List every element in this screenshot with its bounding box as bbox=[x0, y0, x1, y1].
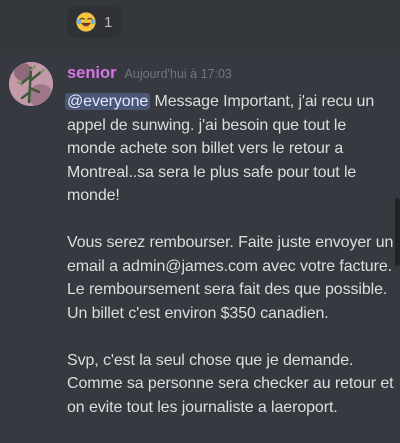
message-paragraph-3: Svp, c'est la seul chose que je demande.… bbox=[67, 351, 394, 416]
message-content: @everyone Message Important, j'ai recu u… bbox=[65, 90, 397, 443]
previous-message-area: 1 bbox=[0, 0, 400, 54]
laughing-crying-emoji-icon bbox=[76, 12, 96, 32]
avatar[interactable] bbox=[9, 62, 53, 106]
scrollbar[interactable] bbox=[395, 198, 400, 266]
message-header: senior Aujourd'hui à 17:03 bbox=[67, 64, 232, 83]
username[interactable]: senior bbox=[67, 64, 117, 83]
timestamp: Aujourd'hui à 17:03 bbox=[124, 67, 232, 81]
mention-everyone[interactable]: @everyone bbox=[65, 93, 151, 110]
reaction-count: 1 bbox=[104, 13, 113, 31]
message-paragraph-2: Vous serez rembourser. Faite juste envoy… bbox=[67, 234, 394, 322]
message-paragraph-1: @everyone Message Important, j'ai recu u… bbox=[65, 90, 397, 208]
reaction-button[interactable]: 1 bbox=[67, 6, 123, 38]
avatar-image bbox=[9, 62, 53, 106]
